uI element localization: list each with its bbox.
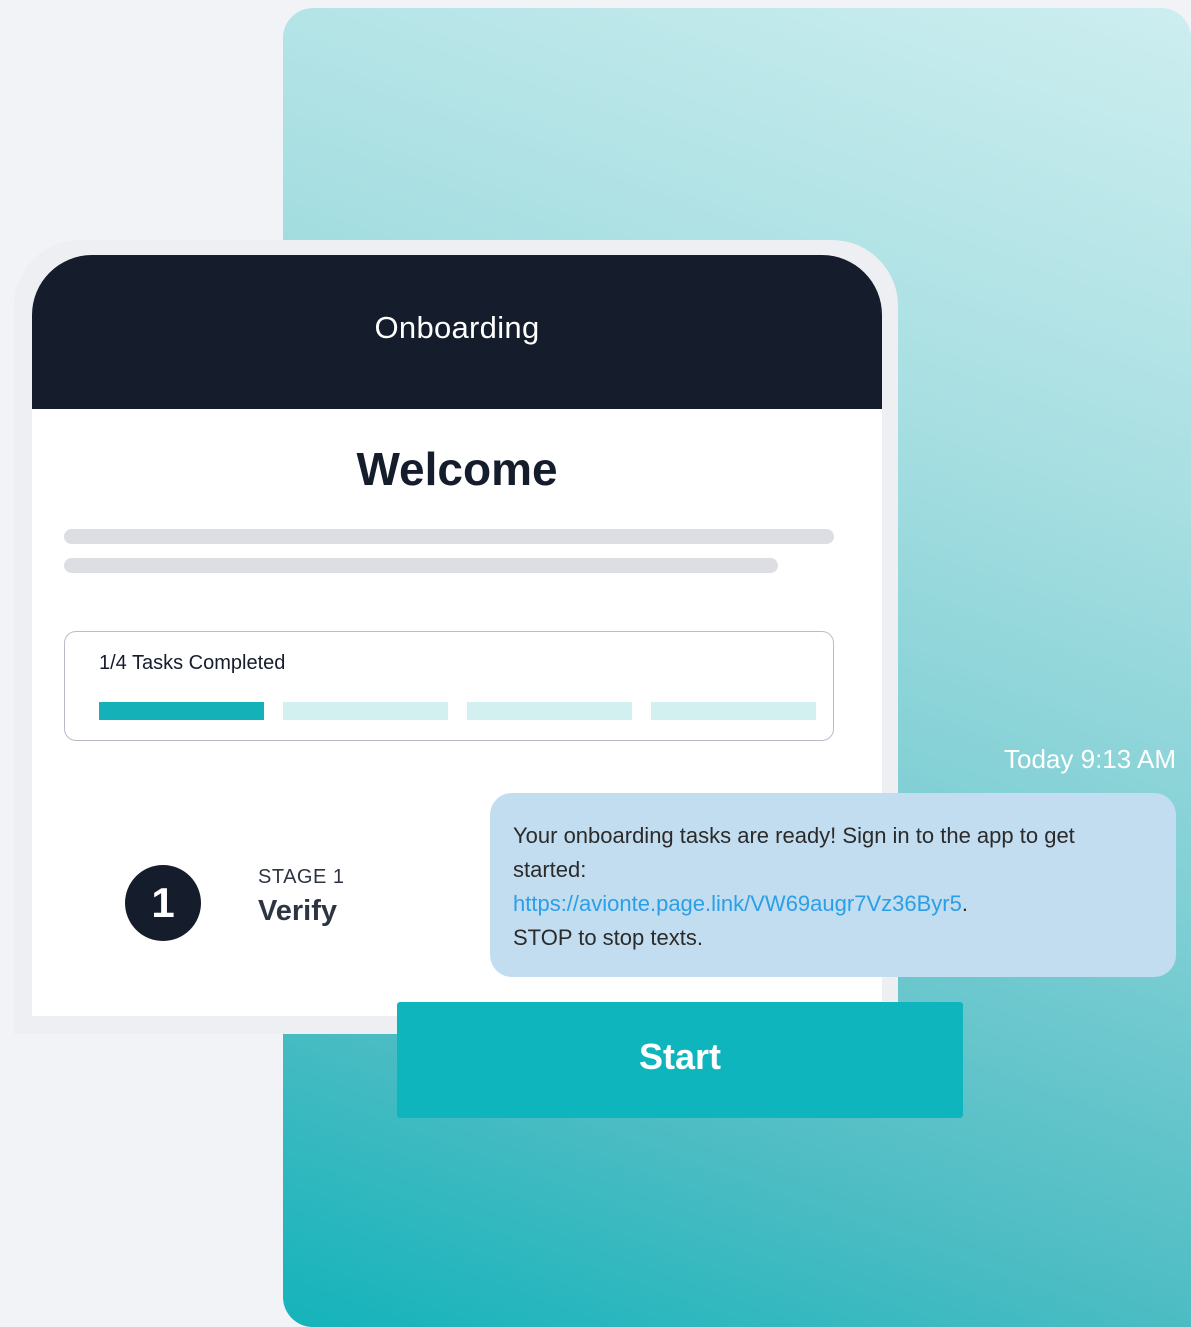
progress-bar bbox=[99, 702, 816, 720]
stage-number-badge: 1 bbox=[125, 865, 201, 941]
sms-message-bubble: Your onboarding tasks are ready! Sign in… bbox=[490, 793, 1176, 977]
task-progress-card: 1/4 Tasks Completed bbox=[64, 631, 834, 741]
welcome-heading: Welcome bbox=[356, 443, 558, 495]
progress-segment-incomplete bbox=[467, 702, 632, 720]
placeholder-text-line bbox=[64, 529, 834, 544]
stage-label: STAGE 1 bbox=[258, 866, 345, 888]
stop-instructions: STOP to stop texts. bbox=[513, 925, 703, 950]
stage-name: Verify bbox=[258, 895, 337, 927]
progress-segment-complete bbox=[99, 702, 264, 720]
link-suffix: . bbox=[961, 891, 968, 916]
start-button[interactable]: Start bbox=[397, 1002, 963, 1118]
message-text: Your onboarding tasks are ready! Sign in… bbox=[513, 823, 1075, 882]
placeholder-text-line bbox=[64, 558, 778, 573]
onboarding-link[interactable]: https://avionte.page.link/VW69augr7Vz36B… bbox=[513, 891, 962, 916]
header-title: Onboarding bbox=[374, 310, 540, 345]
app-header: Onboarding bbox=[32, 255, 882, 409]
message-timestamp: Today 9:13 AM bbox=[1004, 744, 1176, 774]
progress-segment-incomplete bbox=[283, 702, 448, 720]
progress-label: 1/4 Tasks Completed bbox=[99, 652, 286, 674]
progress-segment-incomplete bbox=[651, 702, 816, 720]
